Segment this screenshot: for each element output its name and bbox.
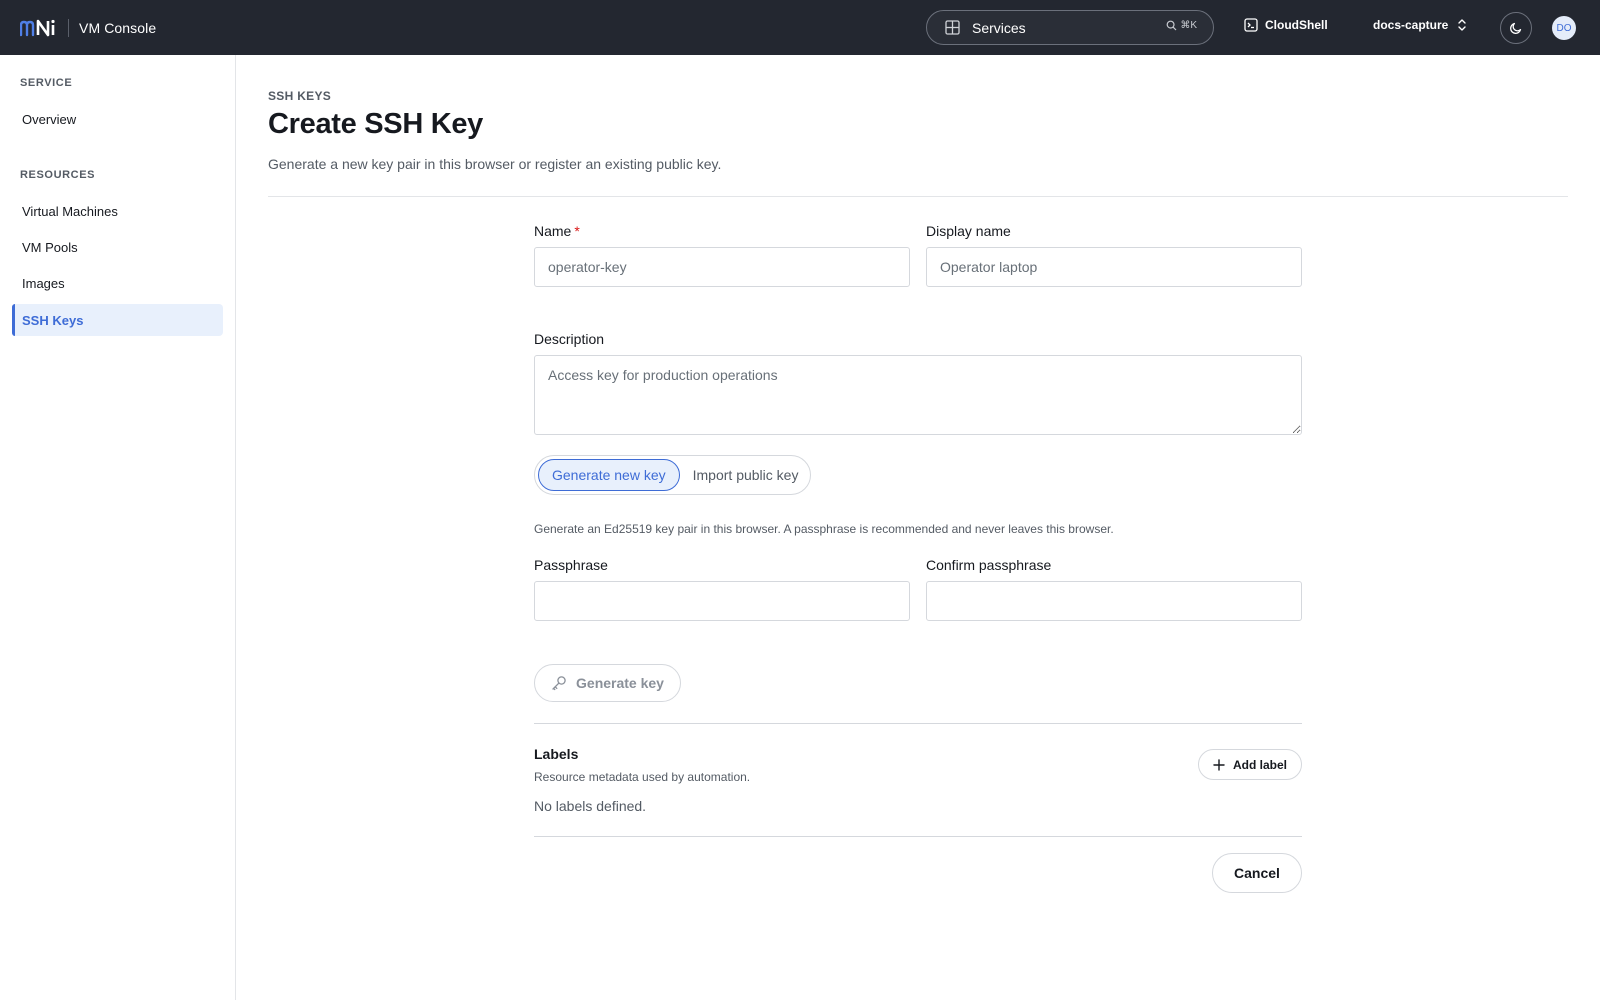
generate-new-key-option[interactable]: Generate new key — [538, 459, 680, 491]
add-label-text: Add label — [1232, 757, 1287, 772]
chevron-up-down-icon — [1458, 19, 1467, 31]
search-icon — [1166, 20, 1177, 31]
labels-title: Labels — [534, 746, 579, 762]
passphrase-input[interactable] — [534, 581, 910, 621]
description-label: Description — [534, 331, 605, 347]
generate-key-button[interactable]: Generate key — [534, 664, 681, 702]
theme-toggle-button[interactable] — [1500, 12, 1532, 44]
app-title: VM Console — [79, 19, 157, 36]
cancel-button[interactable]: Cancel — [1212, 853, 1302, 893]
sidebar: SERVICE Overview RESOURCES Virtual Machi… — [0, 55, 236, 1000]
key-mode-toggle: Generate new key Import public key — [534, 455, 811, 495]
name-label: Name * — [534, 223, 580, 239]
sidebar-section-resources: RESOURCES — [20, 169, 96, 181]
key-icon — [552, 676, 566, 691]
confirm-passphrase-label: Confirm passphrase — [926, 557, 1052, 573]
brand[interactable]: VM Console — [20, 18, 157, 37]
footer-divider — [534, 836, 1302, 837]
labels-description: Resource metadata used by automation. — [534, 770, 751, 784]
services-search[interactable]: Services ⌘K — [926, 10, 1214, 45]
import-public-key-option[interactable]: Import public key — [680, 459, 812, 491]
labels-empty-state: No labels defined. — [534, 798, 647, 814]
page-subtitle: Generate a new key pair in this browser … — [268, 156, 722, 172]
brand-divider — [68, 18, 69, 37]
generate-help-text: Generate an Ed25519 key pair in this bro… — [534, 522, 1114, 536]
plus-icon — [1213, 758, 1225, 771]
breadcrumb: SSH KEYS — [268, 89, 332, 103]
sidebar-item-ssh-keys[interactable]: SSH Keys — [12, 304, 223, 336]
cloudshell-button[interactable]: CloudShell — [1244, 18, 1328, 32]
search-shortcut: ⌘K — [1166, 20, 1197, 31]
sidebar-item-vm-pools[interactable]: VM Pools — [12, 231, 223, 263]
user-avatar[interactable]: DO — [1552, 16, 1576, 40]
labels-top-divider — [534, 723, 1302, 724]
display-name-input[interactable] — [926, 247, 1302, 287]
passphrase-label: Passphrase — [534, 557, 608, 573]
sidebar-item-virtual-machines[interactable]: Virtual Machines — [12, 195, 223, 227]
cloudshell-label: CloudShell — [1265, 18, 1328, 32]
generate-key-label: Generate key — [576, 675, 664, 691]
name-input[interactable] — [534, 247, 910, 287]
header-divider — [268, 196, 1568, 197]
terminal-icon — [1244, 18, 1258, 32]
brand-logo-icon — [20, 19, 55, 36]
required-marker: * — [574, 223, 580, 239]
description-textarea[interactable] — [534, 355, 1302, 435]
project-name: docs-capture — [1373, 18, 1449, 32]
page-title: Create SSH Key — [268, 108, 484, 140]
moon-icon — [1510, 22, 1522, 34]
services-search-label: Services — [972, 19, 1026, 36]
search-shortcut-text: ⌘K — [1180, 20, 1197, 31]
display-name-label: Display name — [926, 223, 1011, 239]
confirm-passphrase-input[interactable] — [926, 581, 1302, 621]
add-label-button[interactable]: Add label — [1198, 749, 1302, 780]
project-selector[interactable]: docs-capture — [1373, 18, 1468, 32]
sidebar-section-service: SERVICE — [20, 77, 73, 89]
services-grid-icon — [945, 20, 960, 35]
name-label-text: Name — [534, 223, 572, 239]
sidebar-item-images[interactable]: Images — [12, 267, 223, 299]
sidebar-item-overview[interactable]: Overview — [12, 103, 223, 135]
top-navigation-bar: VM Console Services ⌘K CloudShell docs-c… — [0, 0, 1600, 55]
